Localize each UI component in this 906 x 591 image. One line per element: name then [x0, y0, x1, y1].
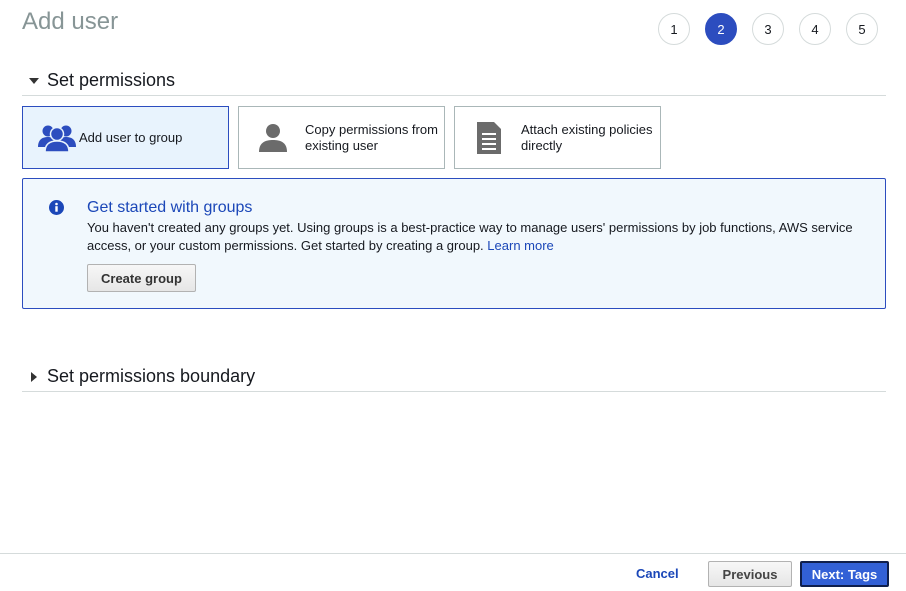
info-icon	[49, 200, 64, 215]
info-title: Get started with groups	[87, 199, 253, 216]
cancel-button[interactable]: Cancel	[636, 566, 679, 581]
info-message: You haven't created any groups yet. Usin…	[87, 220, 853, 253]
wizard-step-1[interactable]: 1	[658, 13, 690, 45]
previous-button[interactable]: Previous	[708, 561, 792, 587]
option-label: Attach existing policies directly	[521, 121, 653, 153]
permission-options: Add user to group Copy permissions from …	[22, 106, 661, 169]
section-title: Set permissions boundary	[47, 366, 256, 386]
section-title: Set permissions	[47, 70, 176, 90]
option-attach-policies[interactable]: Attach existing policies directly	[454, 106, 661, 169]
option-label: Copy permissions from existing user	[305, 121, 438, 153]
create-group-button[interactable]: Create group	[87, 264, 196, 292]
wizard-step-4[interactable]: 4	[799, 13, 831, 45]
set-permissions-header[interactable]: Set permissions	[22, 70, 886, 96]
set-permissions-boundary-header[interactable]: Set permissions boundary	[22, 366, 886, 392]
wizard-step-3[interactable]: 3	[752, 13, 784, 45]
users-group-icon	[35, 120, 79, 156]
info-alert: Get started with groups You haven't crea…	[22, 178, 886, 309]
caret-down-icon	[26, 77, 42, 84]
option-add-user-to-group[interactable]: Add user to group	[22, 106, 229, 169]
document-icon	[467, 120, 511, 156]
page-title: Add user	[22, 8, 119, 35]
wizard-steps: 1 2 3 4 5	[658, 13, 878, 45]
next-tags-button[interactable]: Next: Tags	[800, 561, 889, 587]
wizard-footer: Cancel Previous Next: Tags	[0, 553, 906, 591]
learn-more-link[interactable]: Learn more	[487, 238, 553, 253]
caret-right-icon	[26, 371, 42, 382]
option-label: Add user to group	[79, 129, 183, 145]
info-text: You haven't created any groups yet. Usin…	[87, 219, 857, 255]
wizard-step-2[interactable]: 2	[705, 13, 737, 45]
user-icon	[251, 120, 295, 156]
wizard-step-5[interactable]: 5	[846, 13, 878, 45]
option-copy-permissions[interactable]: Copy permissions from existing user	[238, 106, 445, 169]
